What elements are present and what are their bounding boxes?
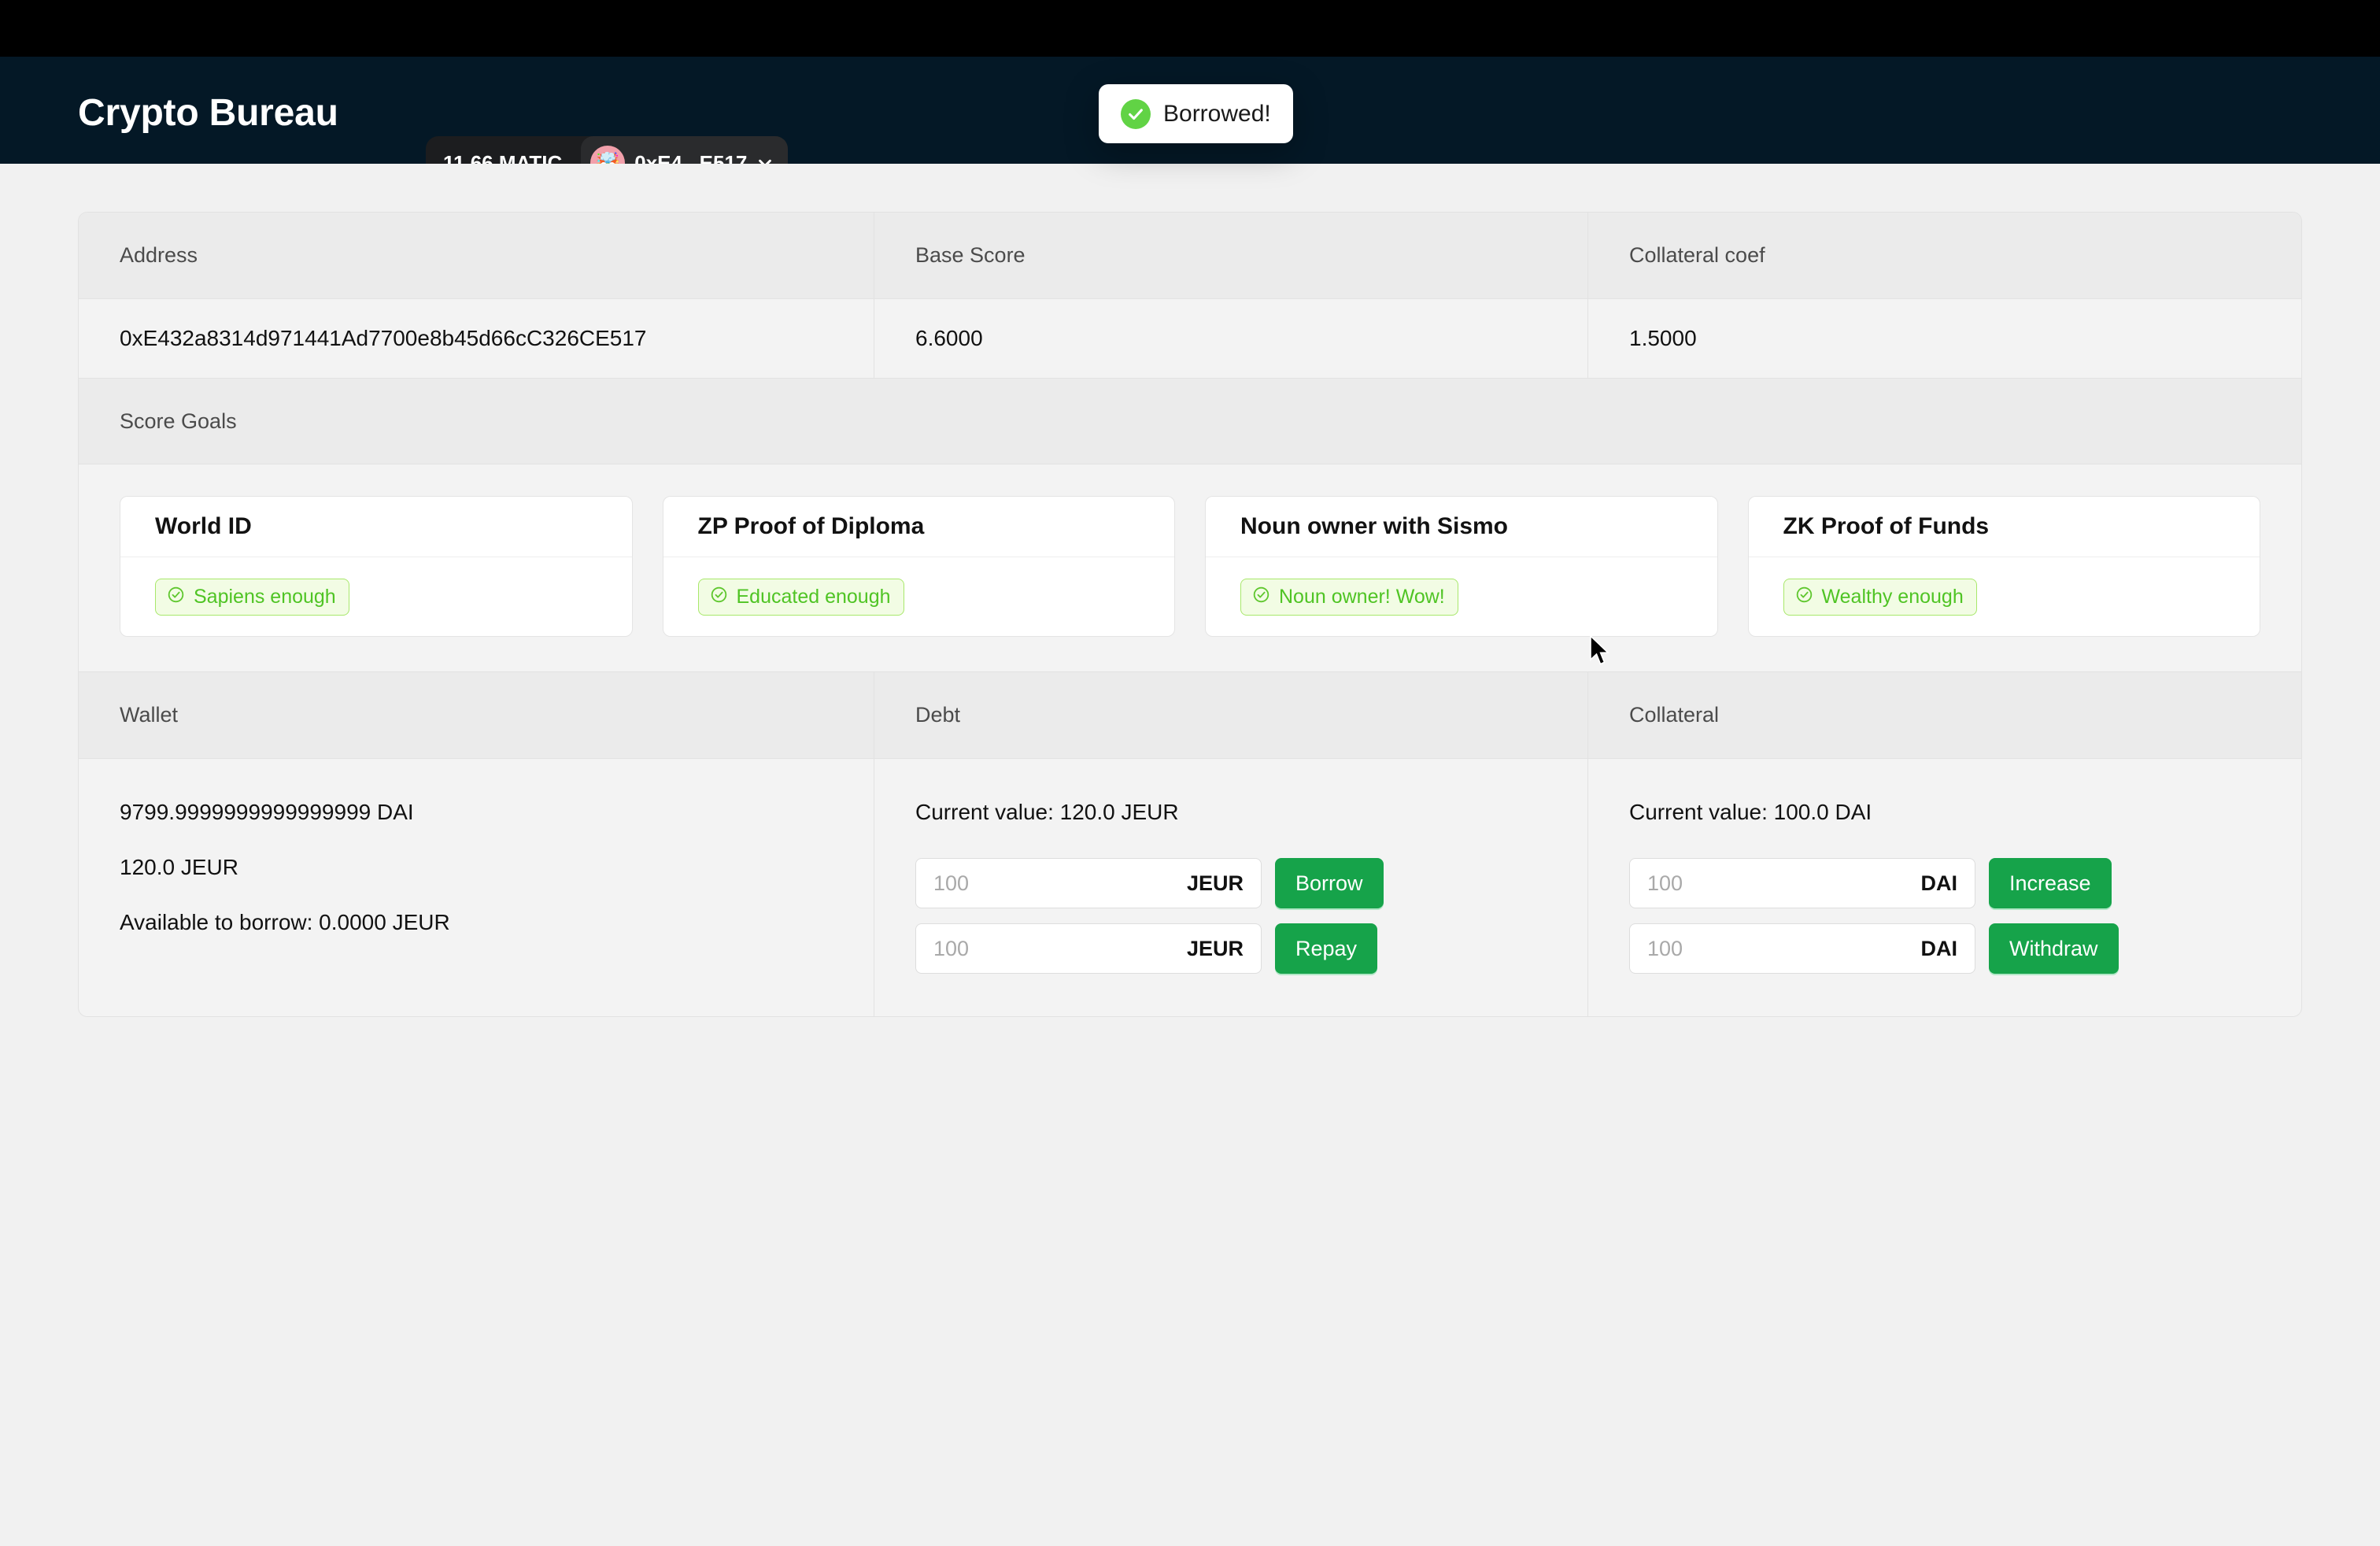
- header-cell-address: Address: [79, 213, 874, 298]
- debt-panel: Current value: 120.0 JEUR 100 JEUR Borro…: [874, 759, 1588, 1016]
- table-row: 0xE432a8314d971441Ad7700e8b45d66cC326CE5…: [79, 298, 2301, 378]
- wallet-dai-balance: 9799.9999999999999999 DAI: [120, 800, 414, 824]
- increase-button[interactable]: Increase: [1989, 858, 2112, 908]
- repay-field-row: 100 JEUR Repay: [915, 923, 1547, 974]
- withdraw-input-placeholder: 100: [1647, 936, 1683, 960]
- header-cell-collateral: Collateral: [1588, 672, 2301, 758]
- cell-collateral-coef-value: 1.5000: [1588, 299, 2301, 378]
- borrow-amount-input[interactable]: 100 JEUR: [915, 858, 1262, 908]
- goal-card-title: ZP Proof of Diploma: [697, 513, 925, 539]
- withdraw-field-row: 100 DAI Withdraw: [1629, 923, 2260, 974]
- status-badge-label: Educated enough: [736, 585, 891, 608]
- status-badge-label: Wealthy enough: [1821, 585, 1964, 608]
- toast-notification[interactable]: Borrowed!: [1099, 84, 1293, 143]
- cell-address-value: 0xE432a8314d971441Ad7700e8b45d66cC326CE5…: [79, 299, 874, 378]
- goal-card-zp-proof-of-diploma: ZP Proof of Diploma Educated enough: [662, 496, 1175, 637]
- wallet-available-to-borrow: Available to borrow: 0.0000 JEUR: [120, 910, 450, 934]
- increase-input-suffix: DAI: [1920, 871, 1958, 895]
- collateral-coef-value: 1.5000: [1629, 326, 1697, 350]
- check-circle-icon: [710, 586, 728, 608]
- goal-card-body: Wealthy enough: [1749, 557, 2260, 636]
- score-goals-section-header: Score Goals: [79, 378, 2301, 464]
- borrow-input-placeholder: 100: [933, 871, 970, 895]
- goal-card-title: Noun owner with Sismo: [1240, 513, 1509, 539]
- header-label-collateral: Collateral: [1629, 703, 1720, 727]
- wallet-jeur-balance: 120.0 JEUR: [120, 855, 238, 879]
- repay-button[interactable]: Repay: [1275, 923, 1378, 974]
- wallet-panel: 9799.9999999999999999 DAI 120.0 JEUR Ava…: [79, 759, 874, 1016]
- goal-card-world-id: World ID Sapiens enough: [120, 496, 633, 637]
- header-label-wallet: Wallet: [120, 703, 179, 727]
- check-circle-icon: [1252, 586, 1270, 608]
- increase-input-placeholder: 100: [1647, 871, 1683, 895]
- increase-field-row: 100 DAI Increase: [1629, 858, 2260, 908]
- check-circle-icon: [1121, 98, 1151, 129]
- goal-card-title: World ID: [155, 513, 252, 539]
- goal-card-body: Educated enough: [663, 557, 1175, 636]
- repay-amount-input[interactable]: 100 JEUR: [915, 923, 1262, 974]
- status-badge-label: Noun owner! Wow!: [1279, 585, 1445, 608]
- debt-current-value: Current value: 120.0 JEUR: [915, 800, 1179, 824]
- score-goals-cards: World ID Sapiens enough ZP Proof of Dipl…: [79, 464, 2301, 671]
- header-cell-wallet: Wallet: [79, 672, 874, 758]
- collateral-panel: Current value: 100.0 DAI 100 DAI Increas…: [1588, 759, 2301, 1016]
- account-overview-table: Address Base Score Collateral coef 0xE43…: [78, 212, 2302, 1017]
- repay-input-placeholder: 100: [933, 936, 970, 960]
- goal-card-header: ZP Proof of Diploma: [663, 497, 1174, 557]
- status-badge: Sapiens enough: [155, 578, 349, 616]
- repay-input-suffix: JEUR: [1186, 936, 1244, 960]
- goal-card-noun-owner-with-sismo: Noun owner with Sismo Noun owner! Wow!: [1205, 496, 1718, 637]
- positions-header-row: Wallet Debt Collateral: [79, 671, 2301, 758]
- goal-card-header: Noun owner with Sismo: [1206, 497, 1717, 557]
- app-brand-title: Crypto Bureau: [78, 92, 338, 134]
- withdraw-input-suffix: DAI: [1920, 936, 1958, 960]
- top-black-strip: [0, 0, 2380, 57]
- header-cell-collateral-coef: Collateral coef: [1588, 213, 2301, 298]
- withdraw-amount-input[interactable]: 100 DAI: [1629, 923, 1975, 974]
- status-badge-label: Sapiens enough: [194, 585, 336, 608]
- base-score-value: 6.6000: [915, 326, 983, 350]
- goal-card-body: Noun owner! Wow!: [1206, 557, 1717, 636]
- header-cell-base-score: Base Score: [874, 213, 1588, 298]
- header-label-collateral-coef: Collateral coef: [1629, 243, 1765, 267]
- score-goals-title: Score Goals: [120, 409, 237, 433]
- collateral-current-value: Current value: 100.0 DAI: [1629, 800, 1872, 824]
- cell-base-score-value: 6.6000: [874, 299, 1588, 378]
- borrow-field-row: 100 JEUR Borrow: [915, 858, 1547, 908]
- address-value: 0xE432a8314d971441Ad7700e8b45d66cC326CE5…: [120, 326, 647, 350]
- check-circle-icon: [1795, 586, 1813, 608]
- toast-message: Borrowed!: [1163, 100, 1271, 127]
- table-header-row: Address Base Score Collateral coef: [79, 213, 2301, 298]
- goal-card-body: Sapiens enough: [120, 557, 632, 636]
- goal-card-zk-proof-of-funds: ZK Proof of Funds Wealthy enough: [1747, 496, 2260, 637]
- status-badge: Noun owner! Wow!: [1240, 578, 1458, 616]
- header-label-debt: Debt: [915, 703, 961, 727]
- borrow-input-suffix: JEUR: [1186, 871, 1244, 895]
- status-badge: Educated enough: [697, 578, 904, 616]
- increase-amount-input[interactable]: 100 DAI: [1629, 858, 1975, 908]
- header-cell-debt: Debt: [874, 672, 1588, 758]
- goal-card-title: ZK Proof of Funds: [1783, 513, 1990, 539]
- check-circle-icon: [167, 586, 185, 608]
- goal-card-header: World ID: [120, 497, 632, 557]
- withdraw-button[interactable]: Withdraw: [1989, 923, 2119, 974]
- borrow-button[interactable]: Borrow: [1275, 858, 1384, 908]
- header-label-address: Address: [120, 243, 198, 267]
- status-badge: Wealthy enough: [1783, 578, 1977, 616]
- page-body: Address Base Score Collateral coef 0xE43…: [0, 164, 2380, 1546]
- positions-body-row: 9799.9999999999999999 DAI 120.0 JEUR Ava…: [79, 758, 2301, 1016]
- header-label-base-score: Base Score: [915, 243, 1026, 267]
- goal-card-header: ZK Proof of Funds: [1748, 497, 2260, 557]
